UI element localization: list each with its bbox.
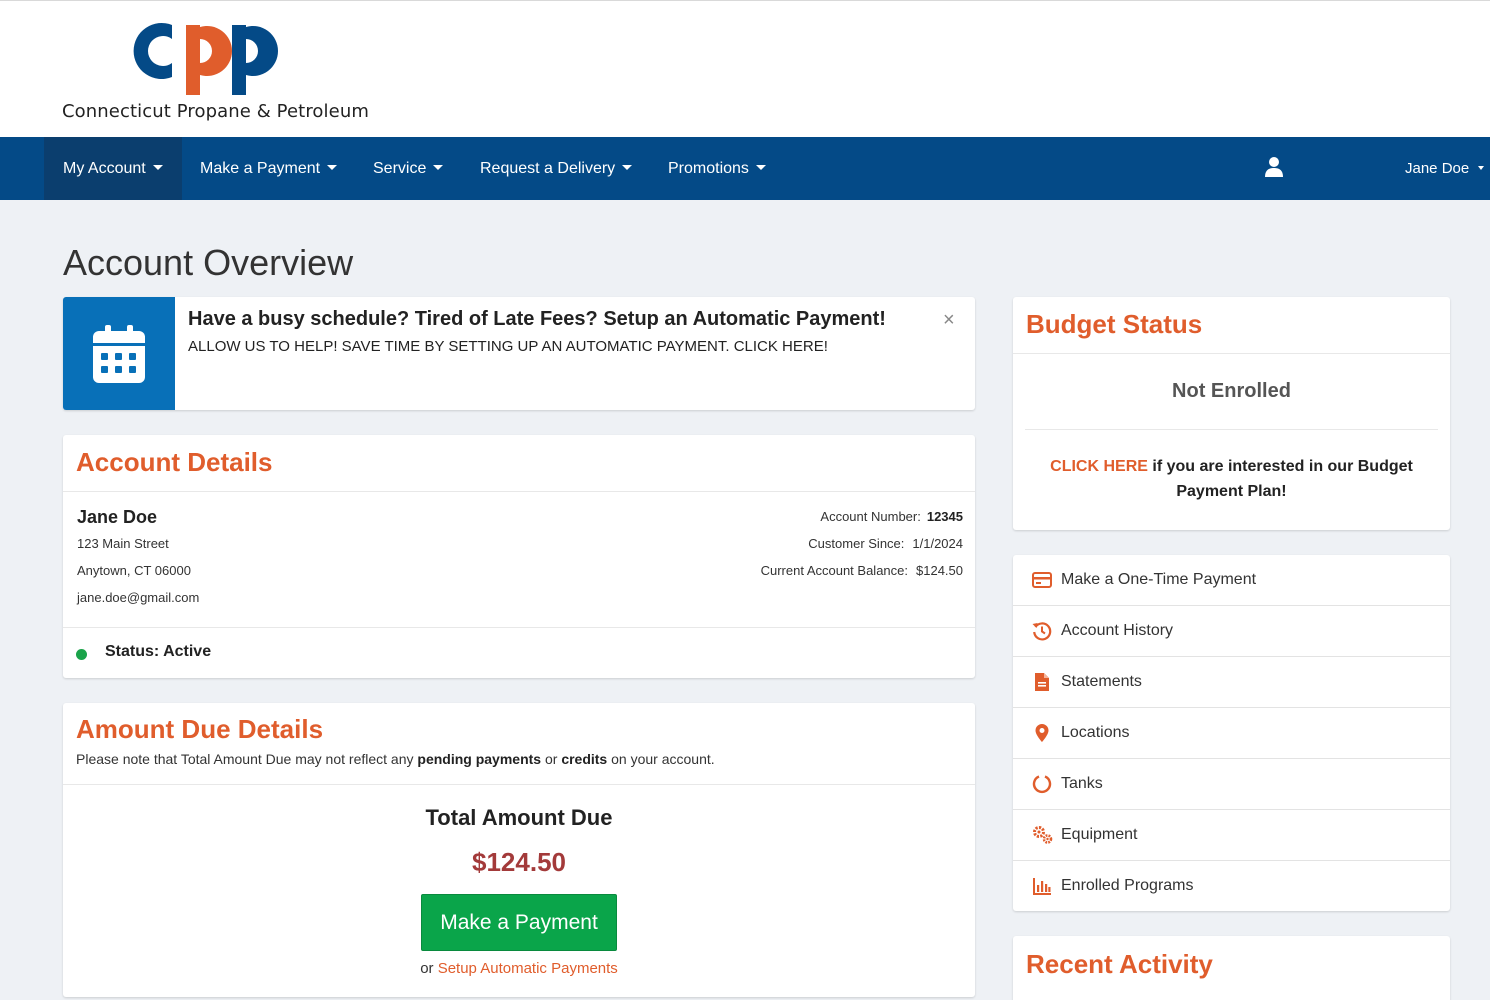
nav-request-a-delivery[interactable]: Request a Delivery [461,137,651,200]
link-label: Enrolled Programs [1061,877,1194,894]
note-credits: credits [561,751,608,767]
budget-click-here-link[interactable]: CLICK HERE [1050,458,1148,475]
user-menu[interactable]: Jane Doe [1405,137,1485,200]
balance-row: Current Account Balance: $124.50 [761,563,963,578]
link-account-history[interactable]: Account History [1013,606,1450,657]
recent-activity-title: Recent Activity [1026,949,1213,979]
budget-plan-message: CLICK HERE if you are interested in our … [1023,454,1440,504]
caret-down-icon [622,165,633,171]
link-equipment[interactable]: Equipment [1013,810,1450,861]
account-number-value: 12345 [926,509,963,524]
site-header: Connecticut Propane & Petroleum [0,0,1490,137]
recent-activity-card: Recent Activity [1013,936,1450,1000]
document-icon [1035,673,1049,691]
close-icon[interactable]: × [943,309,955,332]
setup-automatic-payments-link[interactable]: Setup Automatic Payments [438,960,618,977]
balance-label: Current Account Balance: [760,563,908,578]
customer-since-label: Customer Since: [808,536,905,551]
circle-notch-icon [1032,775,1052,794]
autopay-promo-banner[interactable]: Have a busy schedule? Tired of Late Fees… [63,297,975,410]
quick-links-list: Make a One-Time Payment Account History … [1013,555,1450,911]
amount-due-title: Amount Due Details [76,714,324,744]
divider [1013,353,1450,354]
status-indicator-icon [76,649,87,660]
cogs-icon [1033,826,1053,844]
nav-request-a-delivery-label: Request a Delivery [480,160,616,177]
caret-down-icon [755,165,766,171]
calendar-icon [93,325,145,383]
user-icon[interactable] [1263,156,1285,178]
or-text: or [420,960,434,977]
customer-since-value: 1/1/2024 [912,536,963,551]
customer-since-row: Customer Since: 1/1/2024 [808,536,963,551]
account-city: Anytown, CT 06000 [77,563,191,578]
link-label: Account History [1061,622,1174,639]
link-enrolled-programs[interactable]: Enrolled Programs [1013,861,1450,912]
map-marker-icon [1035,724,1049,742]
link-label: Locations [1061,724,1130,741]
account-street: 123 Main Street [77,536,169,551]
credit-card-icon [1032,572,1052,588]
link-statements[interactable]: Statements [1013,657,1450,708]
caret-down-icon [1478,166,1485,171]
note-text: on your account. [611,751,715,767]
setup-autopay-row: or Setup Automatic Payments [63,960,975,977]
user-name-label: Jane Doe [1405,160,1470,177]
note-pending-payments: pending payments [417,751,542,767]
promo-title: Have a busy schedule? Tired of Late Fees… [188,308,886,330]
divider [1025,429,1438,430]
total-amount-due-value: $124.50 [472,847,566,877]
page-title: Account Overview [63,242,354,283]
budget-status-card: Budget Status Not Enrolled CLICK HERE if… [1013,297,1450,530]
nav-my-account-label: My Account [63,160,146,177]
amount-due-card: Amount Due Details Please note that Tota… [63,703,975,997]
bar-chart-icon [1033,878,1051,895]
link-one-time-payment[interactable]: Make a One-Time Payment [1013,555,1450,606]
caret-down-icon [433,165,444,171]
nav-make-a-payment-label: Make a Payment [200,160,321,177]
nav-my-account[interactable]: My Account [44,137,182,200]
company-logo[interactable]: Connecticut Propane & Petroleum [62,17,369,122]
nav-promotions[interactable]: Promotions [649,137,785,200]
nav-service-label: Service [373,160,427,177]
account-holder-name: Jane Doe [77,507,158,527]
divider [63,627,975,628]
link-label: Equipment [1061,826,1138,843]
cpp-logo-icon [133,23,278,95]
promo-icon-box [63,297,175,410]
budget-plan-text: if you are interested in our Budget Paym… [1152,458,1413,500]
divider [63,491,975,492]
history-icon [1032,622,1052,641]
total-amount-due-label: Total Amount Due [425,805,613,830]
account-details-title: Account Details [76,447,273,477]
link-label: Make a One-Time Payment [1061,571,1257,588]
note-text: or [544,751,558,767]
caret-down-icon [152,165,163,171]
make-payment-button[interactable]: Make a Payment [421,894,617,951]
account-number-label: Account Number: [820,509,921,524]
account-email: jane.doe@gmail.com [77,590,200,605]
amount-due-note: Please note that Total Amount Due may no… [76,751,715,767]
nav-promotions-label: Promotions [668,160,749,177]
link-tanks[interactable]: Tanks [1013,759,1450,810]
caret-down-icon [327,165,338,171]
link-locations[interactable]: Locations [1013,708,1450,759]
promo-subtitle[interactable]: ALLOW US TO HELP! SAVE TIME BY SETTING U… [188,338,828,355]
budget-status-title: Budget Status [1026,309,1203,339]
balance-value: $124.50 [916,563,963,578]
nav-make-a-payment[interactable]: Make a Payment [181,137,356,200]
link-label: Statements [1061,673,1142,690]
nav-service[interactable]: Service [354,137,462,200]
account-number-row: Account Number: 12345 [820,509,963,524]
note-text: Please note that Total Amount Due may no… [76,751,414,767]
account-status: Status: Active [105,643,212,660]
divider [63,784,975,785]
account-details-card: Account Details Jane Doe 123 Main Street… [63,435,975,678]
logo-wordmark: Connecticut Propane & Petroleum [62,101,369,122]
budget-enrollment-status: Not Enrolled [1172,380,1291,402]
link-label: Tanks [1061,775,1103,792]
